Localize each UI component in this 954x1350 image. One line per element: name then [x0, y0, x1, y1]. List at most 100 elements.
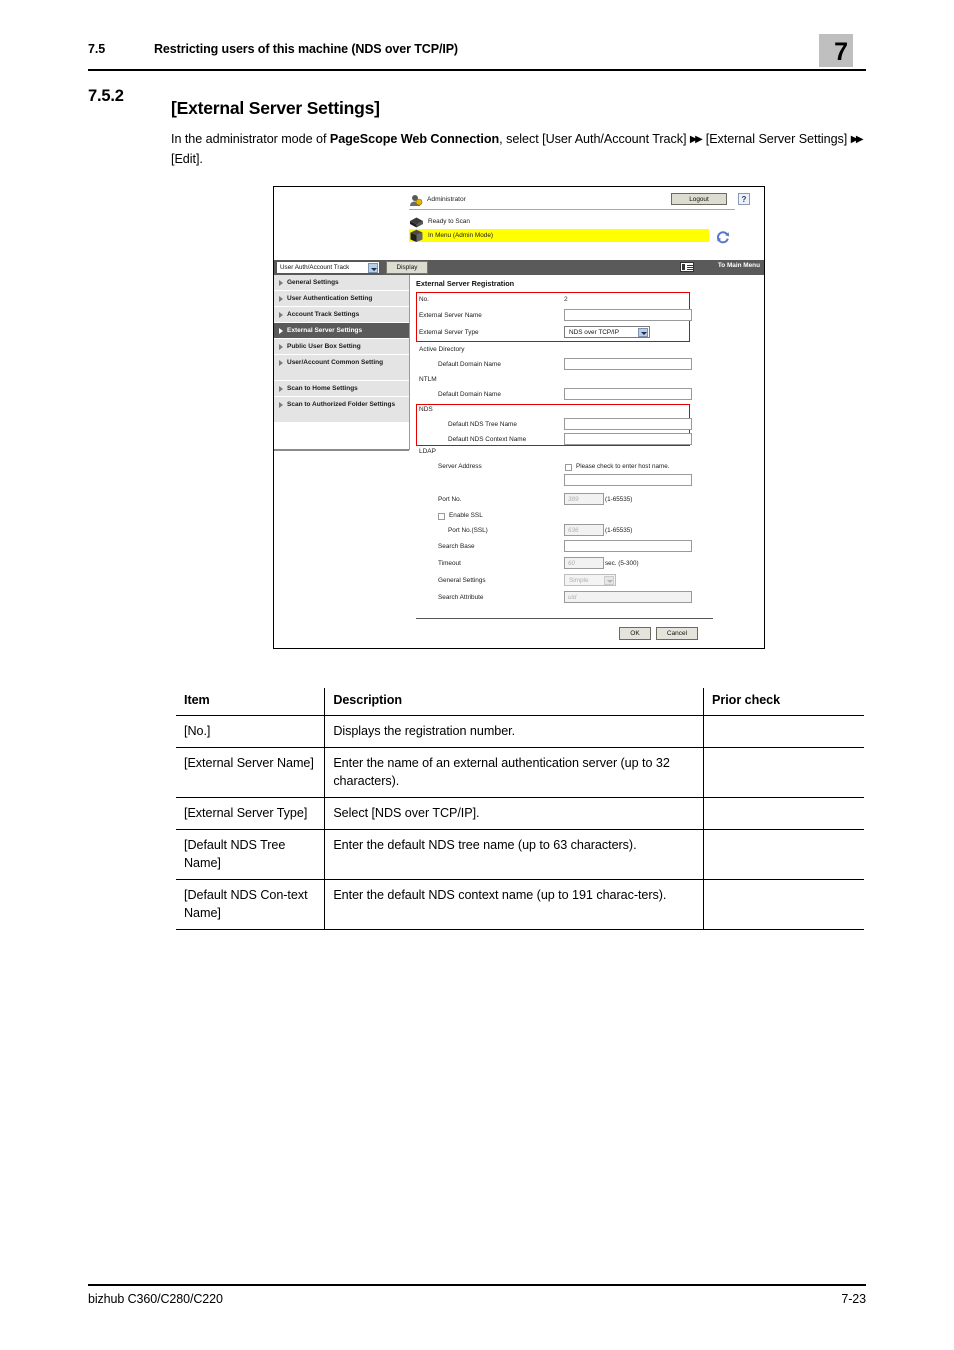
cell-prior-check: [703, 829, 864, 880]
field-row-server-address-input: [416, 473, 696, 490]
logout-button[interactable]: Logout: [671, 193, 727, 205]
ntlm-group-label: NTLM: [419, 376, 437, 383]
general-settings-select[interactable]: Simple: [564, 574, 616, 586]
footer-product: bizhub C360/C280/C220: [88, 1292, 223, 1306]
cell-item: [No.]: [176, 715, 326, 748]
port-ssl-input[interactable]: 636: [564, 524, 604, 536]
field-row-ntlm-domain: Default Domain Name: [416, 387, 696, 404]
cancel-button[interactable]: Cancel: [656, 627, 698, 640]
chapter-tab: 7: [819, 34, 853, 67]
table-row: [External Server Type] Select [NDS over …: [176, 797, 864, 830]
nds-context-input[interactable]: [564, 433, 692, 445]
intro-product-name: PageScope Web Connection: [329, 131, 500, 146]
field-row-nds-context: Default NDS Context Name: [416, 432, 696, 449]
sidebar-item-account-track-settings[interactable]: Account Track Settings: [274, 307, 409, 323]
sidebar-item-user-authentication-setting[interactable]: User Authentication Setting: [274, 291, 409, 307]
ad-default-domain-input[interactable]: [564, 358, 692, 370]
triangle-icon: [279, 360, 283, 366]
enable-ssl-checkbox[interactable]: [438, 513, 445, 520]
field-row-search-attribute: Search Attribute uid: [416, 590, 696, 607]
port-no-label: Port No.: [438, 496, 462, 503]
nds-tree-label: Default NDS Tree Name: [448, 421, 517, 428]
field-row-general-settings: General Settings Simple: [416, 573, 696, 590]
search-attribute-input[interactable]: uid: [564, 591, 692, 603]
header-section-title: Restricting users of this machine (NDS o…: [154, 42, 458, 56]
module-select[interactable]: User Auth/Account Track: [276, 261, 380, 274]
chevron-down-icon[interactable]: [604, 576, 614, 585]
main-menu-icon[interactable]: [680, 262, 694, 272]
field-row-ad-domain: Default Domain Name: [416, 357, 696, 374]
port-no-value: 389: [568, 496, 579, 503]
nds-tree-input[interactable]: [564, 418, 692, 430]
intro-text-3: [External Server Settings]: [702, 131, 851, 146]
search-base-input[interactable]: [564, 540, 692, 552]
sidebar-item-general-settings[interactable]: General Settings: [274, 275, 409, 291]
port-no-range: (1-65535): [605, 496, 633, 503]
external-server-name-input[interactable]: [564, 309, 692, 321]
embedded-screenshot: Administrator Logout ? Ready to Scan In …: [273, 186, 765, 649]
column-header-prior-check: Prior check: [703, 688, 864, 716]
help-icon[interactable]: ?: [738, 193, 750, 205]
module-select-value: User Auth/Account Track: [280, 264, 350, 271]
header-rule: [88, 69, 866, 71]
sidebar-item-label: Scan to Home Settings: [287, 385, 358, 392]
timeout-input[interactable]: 60: [564, 557, 604, 569]
ok-button[interactable]: OK: [619, 627, 651, 640]
sidebar-item-user-account-common-setting[interactable]: User/Account Common Setting: [274, 355, 409, 381]
field-row-external-server-type: External Server Type NDS over TCP/IP: [416, 325, 696, 342]
footer-rule: [88, 1284, 866, 1286]
port-no-input[interactable]: 389: [564, 493, 604, 505]
sidebar-item-label: General Settings: [287, 279, 339, 286]
field-row-port-ssl: Port No.(SSL) 636 (1-65535): [416, 523, 696, 540]
nds-context-label: Default NDS Context Name: [448, 436, 527, 443]
arrow-icon: ▶▶: [689, 134, 703, 146]
cell-item: [External Server Name]: [176, 747, 326, 798]
search-attribute-value: uid: [568, 594, 577, 601]
field-row-external-server-name: External Server Name: [416, 308, 696, 325]
host-name-check-label: Please check to enter host name.: [576, 463, 670, 470]
cell-description: Displays the registration number.: [324, 715, 705, 748]
enable-ssl-label: Enable SSL: [449, 512, 483, 519]
field-row-port: Port No. 389 (1-65535): [416, 492, 696, 509]
triangle-icon: [279, 402, 283, 408]
triangle-icon: [279, 386, 283, 392]
field-row-no: No. 2: [416, 292, 696, 309]
sidebar-item-label: User/Account Common Setting: [287, 359, 384, 366]
screenshot-menubar: User Auth/Account Track Display To Main …: [274, 260, 764, 275]
chevron-down-icon[interactable]: [368, 263, 378, 273]
cell-description: Select [NDS over TCP/IP].: [324, 797, 705, 830]
section-number: 7.5.2: [88, 87, 124, 105]
refresh-icon[interactable]: [716, 230, 730, 244]
external-server-type-value: NDS over TCP/IP: [569, 329, 619, 336]
form-title: External Server Registration: [416, 279, 515, 288]
ntlm-default-domain-label: Default Domain Name: [438, 391, 501, 398]
sidebar-item-external-server-settings[interactable]: External Server Settings: [274, 323, 409, 339]
ntlm-default-domain-input[interactable]: [564, 388, 692, 400]
sidebar-item-label: Scan to Authorized Folder Settings: [287, 401, 396, 408]
triangle-icon: [279, 280, 283, 286]
search-base-label: Search Base: [438, 543, 475, 550]
chevron-down-icon[interactable]: [638, 328, 648, 337]
sidebar-bottom-rule: [274, 449, 409, 451]
triangle-icon: [279, 328, 283, 334]
host-name-checkbox[interactable]: [565, 464, 572, 471]
sidebar-item-public-user-box-setting[interactable]: Public User Box Setting: [274, 339, 409, 355]
external-server-type-select[interactable]: NDS over TCP/IP: [564, 326, 650, 338]
triangle-icon: [279, 312, 283, 318]
display-button[interactable]: Display: [386, 261, 428, 274]
nds-group-label: NDS: [419, 406, 433, 413]
footer-page-number: 7-23: [841, 1292, 866, 1306]
divider: [409, 209, 735, 210]
sidebar-item-scan-to-home-settings[interactable]: Scan to Home Settings: [274, 381, 409, 397]
table-header-row: Item Description Prior check: [176, 688, 864, 716]
header-section-number: 7.5: [88, 42, 106, 56]
form-divider: [416, 618, 713, 619]
table-row: [External Server Name] Enter the name of…: [176, 747, 864, 798]
to-main-menu-link[interactable]: To Main Menu: [718, 262, 760, 269]
server-address-input[interactable]: [564, 474, 692, 486]
column-header-item: Item: [176, 688, 326, 716]
sidebar-item-scan-to-authorized-folder-settings[interactable]: Scan to Authorized Folder Settings: [274, 397, 409, 423]
cell-item: [Default NDS Con-text Name]: [176, 879, 326, 930]
settings-table: Item Description Prior check [No.] Displ…: [176, 688, 864, 930]
sidebar-item-label: Public User Box Setting: [287, 343, 361, 350]
